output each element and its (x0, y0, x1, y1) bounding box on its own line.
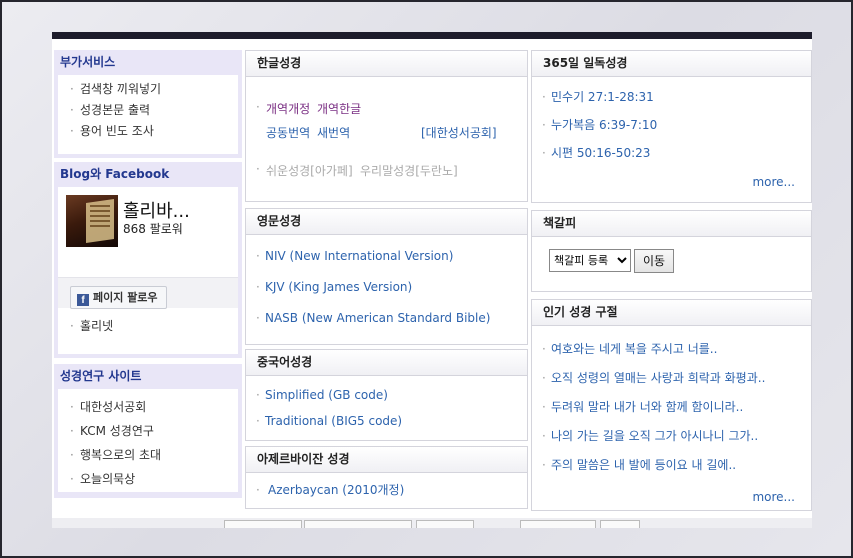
bottom-control[interactable] (224, 520, 302, 528)
sidebar-item-kcm[interactable]: KCM 성경연구 (58, 419, 238, 443)
popular-verse-item[interactable]: 나의 가는 길을 오직 그가 아시나니 그가.. (532, 429, 811, 444)
panel-title: 중국어성경 (246, 350, 527, 376)
follower-count: 868 팔로워 (123, 222, 183, 236)
popular-verse-item[interactable]: 두려워 말라 내가 너와 함께 함이니라.. (532, 400, 811, 415)
publisher-label: [대한성서공회] (421, 126, 497, 140)
sidebar-item-print-text[interactable]: 성경본문 출력 (58, 100, 238, 121)
sidebar-item-bible-society[interactable]: 대한성서공회 (58, 395, 238, 419)
sidebar-extra-services: 부가서비스 검색창 끼워넣기 성경본문 출력 용어 빈도 조사 (54, 50, 242, 158)
link-nasb[interactable]: NASB (New American Standard Bible) (246, 311, 527, 326)
bottom-control[interactable] (600, 520, 640, 528)
sidebar-research-sites: 성경연구 사이트 대한성서공회 KCM 성경연구 행복으로의 초대 오늘의묵상 (54, 364, 242, 498)
panel-title: 책갈피 (532, 211, 811, 237)
panel-popular-verses: 인기 성경 구절 여호와는 네게 복을 주시고 너를.. 오직 성령의 열매는 … (531, 299, 812, 511)
page-content: 부가서비스 검색창 끼워넣기 성경본문 출력 용어 빈도 조사 Blog와 Fa… (52, 32, 812, 528)
bottom-control[interactable] (304, 520, 412, 528)
link-new-translation[interactable]: 새번역 (317, 124, 350, 141)
sidebar-blog-facebook: Blog와 Facebook 홀리바... 868 팔로워 f페이지 팔로우 홀… (54, 162, 242, 358)
link-niv[interactable]: NIV (New International Version) (246, 249, 527, 264)
sidebar-item-holynet[interactable]: 홀리넷 (58, 316, 238, 337)
bullet: · (256, 162, 260, 176)
move-button[interactable]: 이동 (634, 249, 674, 273)
link-easy-bible[interactable]: 쉬운성경[아가페] (266, 162, 353, 179)
follow-page-label: 페이지 팔로우 (93, 291, 158, 304)
popular-verse-item[interactable]: 오직 성령의 열매는 사랑과 희락과 화평과.. (532, 371, 811, 386)
panel-title: 아제르바이잔 성경 (246, 447, 527, 473)
sidebar-item-today-meditation[interactable]: 오늘의묵상 (58, 467, 238, 491)
sidebar-item-happiness-invitation[interactable]: 행복으로의 초대 (58, 443, 238, 467)
follow-page-button[interactable]: f 페이지 팔로우 (70, 286, 167, 309)
panel-title: 영문성경 (246, 209, 527, 235)
page-thumbnail-image[interactable] (66, 195, 118, 247)
panel-english-bible: 영문성경 NIV (New International Version) KJV… (245, 208, 528, 345)
bullet: · (256, 100, 260, 114)
top-bar (52, 32, 812, 39)
bottom-control[interactable] (520, 520, 596, 528)
panel-chinese-bible: 중국어성경 Simplified (GB code) Traditional (… (245, 349, 528, 441)
facebook-icon: f (77, 294, 89, 306)
sidebar-title: 부가서비스 (60, 55, 116, 69)
daily-reading-item[interactable]: 민수기 27:1-28:31 (532, 90, 811, 105)
sidebar-title: 성경연구 사이트 (60, 369, 142, 383)
daily-reading-item[interactable]: 누가복음 6:39-7:10 (532, 118, 811, 133)
window-frame: 부가서비스 검색창 끼워넣기 성경본문 출력 용어 빈도 조사 Blog와 Fa… (0, 0, 853, 558)
sidebar-item-term-frequency[interactable]: 용어 빈도 조사 (58, 121, 238, 142)
panel-title: 인기 성경 구절 (532, 300, 811, 326)
sidebar-title: Blog와 Facebook (60, 167, 170, 181)
popular-verse-item[interactable]: 주의 말씀은 내 발에 등이요 내 길에.. (532, 458, 811, 473)
link-urimal-bible[interactable]: 우리말성경[두란노] (360, 162, 458, 179)
more-link[interactable]: more... (752, 175, 795, 189)
bottom-toolbar (52, 518, 812, 528)
panel-title: 365일 일독성경 (532, 51, 811, 77)
bookmark-select[interactable]: 책갈피 등록 (549, 249, 631, 272)
daily-reading-item[interactable]: 시편 50:16-50:23 (532, 146, 811, 161)
panel-azerbaijani-bible: 아제르바이잔 성경 Azerbaycan (2010개정) (245, 446, 528, 509)
link-korean-revised[interactable]: 개역개정 (266, 100, 310, 117)
sidebar-item-search-embed[interactable]: 검색창 끼워넣기 (58, 79, 238, 100)
link-azerbaycan[interactable]: Azerbaycan (2010개정) (246, 483, 527, 498)
panel-korean-bible: 한글성경 · 개역개정 개역한글 공동번역 새번역 [대한성서공회] · 쉬운성… (245, 50, 528, 202)
link-korean-old-revised[interactable]: 개역한글 (317, 100, 361, 117)
link-kjv[interactable]: KJV (King James Version) (246, 280, 527, 295)
link-traditional[interactable]: Traditional (BIG5 code) (246, 414, 527, 429)
link-common-translation[interactable]: 공동번역 (266, 124, 310, 141)
panel-title: 한글성경 (246, 51, 527, 77)
bottom-control[interactable] (416, 520, 474, 528)
popular-verse-item[interactable]: 여호와는 네게 복을 주시고 너를.. (532, 342, 811, 357)
link-simplified[interactable]: Simplified (GB code) (246, 388, 527, 403)
panel-daily-bible: 365일 일독성경 민수기 27:1-28:31 누가복음 6:39-7:10 … (531, 50, 812, 203)
more-link[interactable]: more... (752, 490, 795, 504)
panel-bookmark: 책갈피 책갈피 등록 이동 (531, 210, 812, 292)
